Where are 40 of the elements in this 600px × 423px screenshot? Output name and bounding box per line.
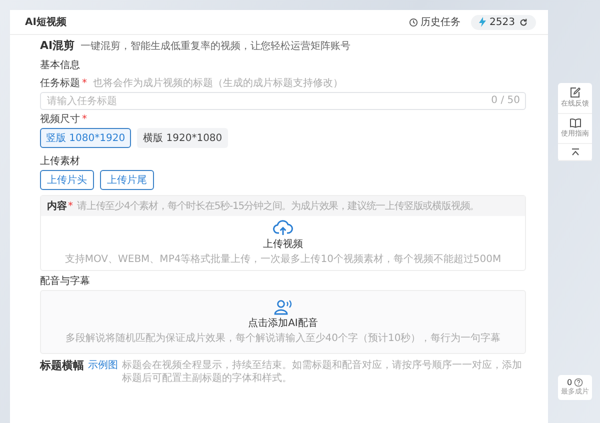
group-heading: 标题横幅 (40, 359, 84, 373)
book-icon (570, 118, 580, 128)
voice-action: 点击添加AI配音 (248, 316, 318, 330)
refresh-icon[interactable] (519, 18, 528, 26)
banner-hint: 标题会在视频全程显示，持续至结束。如需标题和配音对应，请按序号顺序一一对应，添加标题后可配置主副标题的字体和样式。 (122, 359, 523, 385)
credits-count: 2523 (490, 16, 515, 28)
dropzone-hint: 支持MOV、WEBM、MP4等格式批量上传，一次最多上传10个视频素材，每个视频不能超过500M (64, 252, 502, 266)
speaker-person-icon (273, 299, 293, 315)
help-icon (574, 378, 584, 387)
required-mark: * (68, 201, 73, 212)
voice-hint: 多段解说将随机匹配为保证成片效果，每个解说请输入至少40个字（预计10秒），每行为一句字幕 (65, 332, 501, 345)
required-mark: * (82, 78, 87, 89)
field-label: 任务标题 (40, 76, 80, 90)
section-subtitle: 一键混剪，智能生成低重复率的视频，让您轻松运营矩阵账号 (80, 40, 351, 53)
field-label: 视频尺寸 (40, 112, 80, 126)
upload-dropzone[interactable]: 上传视频 支持MOV、WEBM、MP4等格式批量上传，一次最多上传10个视频素材，每个视频不能超过500M (41, 216, 525, 270)
history-tasks-button[interactable]: 历史任务 (408, 15, 461, 29)
group-heading: 上传素材 (40, 154, 81, 168)
dropzone-title: 上传视频 (263, 238, 303, 251)
required-mark: * (82, 114, 87, 125)
page-title: AI短视频 (25, 16, 66, 29)
group-heading: 基本信息 (40, 58, 81, 72)
content-label: 内容 (47, 199, 67, 213)
cloud-upload-icon (273, 220, 293, 236)
back-to-top-icon (570, 148, 580, 156)
output-count: 0 (566, 378, 572, 387)
field-hint: 也将会作为成片视频的标题（生成的成片标题支持修改） (93, 76, 343, 90)
section-title: AI混剪 (40, 38, 75, 53)
char-counter: 0 / 50 (491, 95, 520, 107)
content-hint: 请上传至少4个素材，每个时长在5秒-15分钟之间。为成片效果，建议统一上传竖版或横版视频。 (77, 200, 480, 213)
edit-note-icon (570, 87, 580, 98)
upload-button[interactable]: 上传片头 (40, 170, 94, 190)
size-option[interactable]: 竖版 1080*1920 (40, 128, 132, 148)
group-heading: 配音与字幕 (40, 274, 91, 288)
lightning-icon (478, 17, 486, 27)
upload-button[interactable]: 上传片尾 (100, 170, 154, 190)
add-voice-area[interactable]: 点击添加AI配音 多段解说将随机匹配为保证成片效果，每个解说请输入至少40个字（预计10秒），每行为一句字幕 (40, 290, 526, 354)
example-link[interactable]: 示例图 (88, 359, 118, 372)
clock-icon (408, 18, 418, 26)
size-option[interactable]: 横版 1920*1080 (137, 128, 228, 148)
